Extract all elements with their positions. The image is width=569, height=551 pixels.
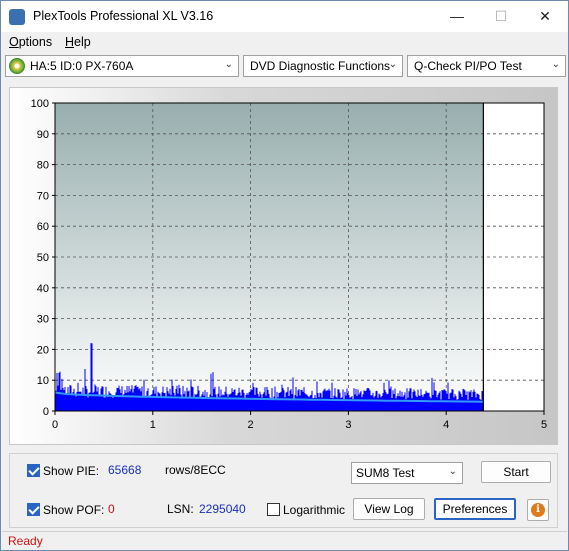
y-tick-label: 40	[37, 283, 49, 295]
pie-unit: rows/8ECC	[165, 463, 226, 477]
close-button[interactable]: ✕	[523, 3, 567, 29]
logarithmic-checkbox[interactable]	[267, 503, 280, 516]
sum-test-select-value: SUM8 Test	[356, 466, 415, 480]
pie-chart: 0 10 20 30 40 50 60 70 80 90 100 0 1 2 3 4 5	[31, 98, 547, 431]
show-pof-label: Show POF:	[43, 503, 105, 517]
function-select[interactable]: DVD Diagnostic Functions ⌄	[243, 55, 403, 77]
start-button[interactable]: Start	[481, 461, 551, 483]
test-select[interactable]: Q-Check PI/PO Test ⌄	[407, 55, 566, 77]
y-tick-label: 30	[37, 314, 49, 326]
y-tick-label: 60	[37, 221, 49, 233]
app-logo-icon	[9, 9, 25, 25]
show-pie-checkbox[interactable]	[27, 464, 40, 477]
chevron-down-icon: ⌄	[448, 466, 457, 477]
chevron-down-icon: ⌄	[551, 59, 560, 70]
app-window: PlexTools Professional XL V3.16 — ☐ ✕ Op…	[0, 0, 569, 551]
y-tick-label: 90	[37, 129, 49, 141]
x-tick-label: 5	[541, 419, 547, 431]
x-tick-label: 1	[150, 419, 156, 431]
test-select-value: Q-Check PI/PO Test	[414, 59, 522, 73]
status-text: Ready	[8, 534, 43, 548]
sum-test-select[interactable]: SUM8 Test ⌄	[351, 462, 463, 484]
menu-options-label: Options	[9, 35, 53, 49]
menu-help[interactable]: Help	[65, 35, 91, 49]
window-title: PlexTools Professional XL V3.16	[33, 9, 214, 23]
x-tick-label: 4	[443, 419, 449, 431]
y-tick-label: 100	[31, 98, 49, 110]
view-log-button[interactable]: View Log	[353, 498, 425, 520]
show-pie-label: Show PIE:	[43, 464, 100, 478]
y-tick-label: 80	[37, 160, 49, 172]
x-tick-label: 3	[345, 419, 351, 431]
lsn-label: LSN:	[167, 502, 194, 516]
logarithmic-label: Logarithmic	[283, 503, 346, 517]
drive-select-value: HA:5 ID:0 PX-760A	[30, 59, 134, 73]
disc-drive-icon	[9, 58, 25, 74]
chevron-down-icon: ⌄	[388, 59, 397, 70]
pie-value: 65668	[108, 463, 142, 477]
y-tick-label: 50	[37, 252, 49, 264]
y-tick-label: 70	[37, 190, 49, 202]
chevron-down-icon: ⌄	[224, 59, 233, 70]
function-select-value: DVD Diagnostic Functions	[250, 59, 391, 73]
y-tick-label: 20	[37, 344, 49, 356]
menu-options[interactable]: Options	[9, 35, 52, 49]
lsn-value: 2295040	[199, 502, 246, 516]
info-icon: i	[531, 503, 545, 517]
menu-help-label: Help	[65, 35, 91, 49]
x-tick-label: 2	[248, 419, 254, 431]
show-pof-checkbox[interactable]	[27, 503, 40, 516]
title-bar: PlexTools Professional XL V3.16 — ☐ ✕	[1, 1, 568, 32]
x-tick-label: 0	[52, 419, 58, 431]
status-bar: Ready	[2, 531, 567, 550]
pof-value: 0	[108, 502, 115, 516]
preferences-button[interactable]: Preferences	[434, 498, 516, 520]
y-tick-label: 0	[43, 406, 49, 418]
minimize-button[interactable]: —	[435, 3, 479, 29]
menu-bar: Options Help	[1, 32, 568, 52]
pie-chart-panel: 0 10 20 30 40 50 60 70 80 90 100 0 1 2 3 4 5	[9, 87, 558, 445]
info-button[interactable]: i	[527, 499, 549, 521]
maximize-button[interactable]: ☐	[479, 3, 523, 29]
drive-select[interactable]: HA:5 ID:0 PX-760A ⌄	[5, 55, 239, 77]
plot-background	[55, 103, 484, 411]
y-tick-label: 10	[37, 375, 49, 387]
